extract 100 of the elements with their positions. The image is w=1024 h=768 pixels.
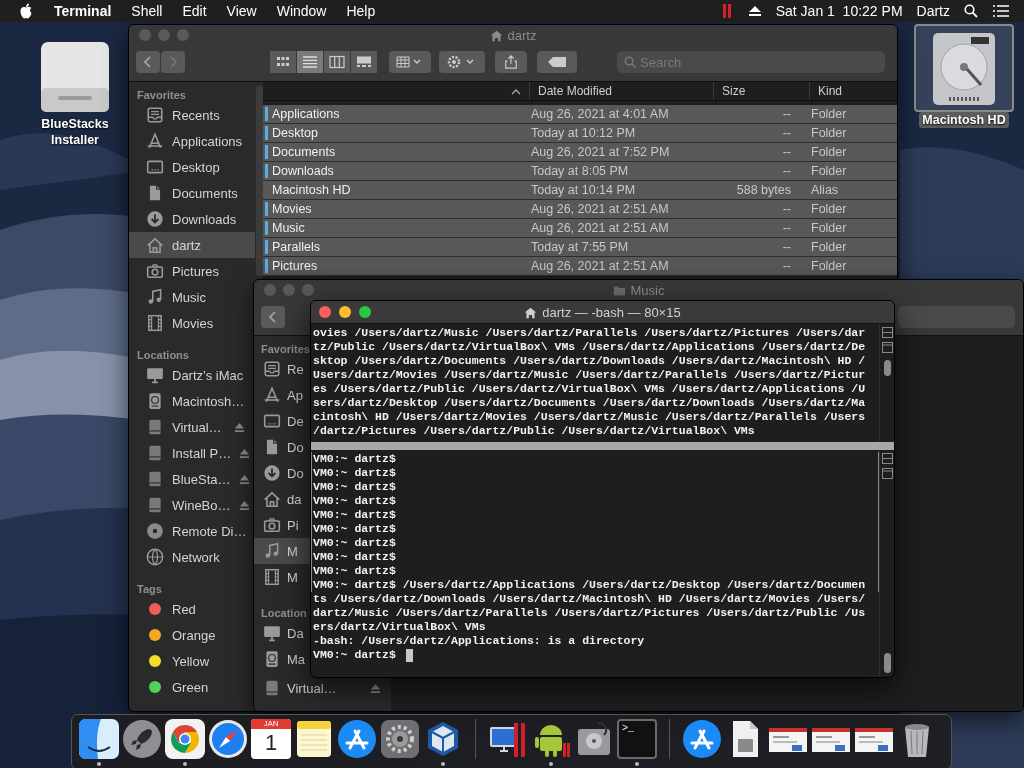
terminal-line: VM0:~ dartz$ [311, 564, 879, 578]
sidebar-item[interactable]: Dartz’s iMac [129, 362, 255, 388]
tag-button[interactable] [537, 51, 577, 73]
minimize-button[interactable] [339, 306, 351, 318]
split-pane-icon[interactable] [882, 453, 893, 464]
scroll-thumb[interactable] [884, 653, 891, 673]
menu-icon[interactable] [992, 4, 1010, 18]
zoom-button[interactable] [359, 306, 371, 318]
file-row[interactable]: Movies Aug 26, 2021 at 2:51 AM -- Folder [263, 200, 897, 219]
sidebar-item[interactable]: da [254, 486, 310, 512]
apple-icon[interactable] [19, 3, 33, 19]
compass-icon[interactable] [208, 718, 248, 759]
sidebar-item[interactable]: dartz [129, 232, 255, 258]
file-row[interactable]: Macintosh HD Today at 10:14 PM 588 bytes Alias [263, 181, 897, 200]
gear-icon[interactable] [380, 718, 420, 759]
eject-icon[interactable] [747, 4, 762, 18]
scroll-thumb[interactable] [884, 360, 891, 376]
file-row[interactable]: Pictures Aug 26, 2021 at 2:51 AM -- Folder [263, 257, 897, 276]
split-pane-icon[interactable] [882, 468, 893, 479]
sidebar-item[interactable]: M [254, 538, 310, 564]
sidebar-item[interactable]: Downloads [129, 206, 255, 232]
file-row[interactable]: Desktop Today at 10:12 PM -- Folder [263, 124, 897, 143]
close-button[interactable] [319, 306, 331, 318]
sidebar-item[interactable]: Documents [129, 180, 255, 206]
date-cell-text: Today at 10:12 PM [530, 126, 637, 140]
file-row[interactable]: Music Aug 26, 2021 at 2:51 AM -- Folder [263, 219, 897, 238]
sidebar-item[interactable]: Macintosh… [129, 388, 255, 414]
list-icon [302, 55, 318, 69]
sidebar-item[interactable]: Remote Di… [129, 518, 255, 544]
size-cell-text: -- [781, 164, 791, 178]
group-button[interactable] [389, 51, 431, 73]
sidebar-item[interactable]: Yellow [129, 648, 255, 674]
sidebar-item[interactable]: Do [254, 460, 310, 486]
sidebar-item[interactable]: Do [254, 434, 310, 460]
back-button[interactable] [136, 51, 160, 73]
menu-title[interactable]: Terminal [54, 3, 112, 19]
sidebar-item[interactable]: M [254, 564, 310, 590]
terminal-line: dartz/Music /Users/dartz/Parallels /Users/dartz/Pictures /Users/dartz/Public /Us [312, 606, 867, 620]
sidebar-item[interactable]: Pi [254, 512, 310, 538]
letter-a-icon[interactable] [682, 718, 722, 759]
sidebar-item[interactable]: BlueSta… [129, 466, 255, 492]
terminal-icon[interactable]: >_ [617, 718, 657, 759]
sidebar-item[interactable]: Green [129, 674, 255, 700]
menu-item[interactable]: Shell [131, 3, 163, 19]
sidebar-heading: Locations [136, 348, 189, 362]
search-icon[interactable] [964, 4, 978, 18]
sidebar-item[interactable]: Applications [129, 128, 255, 154]
sidebar-item[interactable]: Ma [254, 646, 310, 672]
file-row[interactable]: Downloads Today at 8:05 PM -- Folder [263, 162, 897, 181]
file-row[interactable]: Applications Aug 26, 2021 at 4:01 AM -- Folder [263, 105, 897, 124]
sidebar-item[interactable]: Network [129, 544, 255, 570]
scroll-bar[interactable] [256, 86, 263, 276]
column-header[interactable]: Kind [809, 82, 897, 100]
share-button[interactable] [495, 51, 527, 73]
back-button[interactable] [261, 306, 285, 328]
calendar-day: 1 [264, 728, 278, 757]
sidebar-item[interactable]: Music [129, 284, 255, 310]
notepad-icon[interactable] [294, 718, 334, 759]
menu-item[interactable]: Edit [182, 3, 207, 19]
split-pane-icon[interactable] [882, 342, 893, 353]
sidebar-item[interactable]: WineBo… [129, 492, 255, 518]
search-field[interactable] [898, 306, 1015, 328]
menu-item[interactable]: Window [276, 3, 327, 19]
action-button[interactable] [439, 51, 485, 73]
view-button[interactable] [324, 51, 350, 73]
sidebar-item[interactable]: Ap [254, 382, 310, 408]
sidebar-item[interactable]: Movies [129, 310, 255, 336]
date-cell-text: Aug 26, 2021 at 7:52 PM [530, 145, 671, 159]
menu-item[interactable]: Help [346, 3, 376, 19]
clock[interactable]: Sat Jan 1 10:22 PM [775, 3, 903, 19]
column-header[interactable]: Date Modified [529, 82, 713, 100]
sidebar-item[interactable]: De [254, 408, 310, 434]
view-button[interactable] [351, 51, 377, 73]
calendar-icon[interactable]: JAN 1 [251, 718, 291, 759]
sidebar-item[interactable]: Da [254, 620, 310, 646]
sidebar-item[interactable]: Orange [129, 622, 255, 648]
download-icon [263, 464, 281, 482]
file-name: Macintosh HD [271, 183, 352, 197]
sidebar-item[interactable]: Virtual… [129, 414, 255, 440]
user-name[interactable]: Dartz [916, 3, 950, 19]
two-tone-icon[interactable] [79, 718, 119, 759]
size-cell-text: -- [781, 221, 791, 235]
sidebar-item[interactable]: Recents [129, 102, 255, 128]
sidebar-item[interactable]: Re [254, 356, 310, 382]
menu-item[interactable]: View [226, 3, 257, 19]
view-button[interactable] [297, 51, 323, 73]
sidebar-item[interactable]: Desktop [129, 154, 255, 180]
file-name: Parallels [265, 240, 527, 254]
sidebar-item[interactable]: Pictures [129, 258, 255, 284]
column-header[interactable]: Size [713, 82, 809, 100]
file-row[interactable]: Parallels Today at 7:55 PM -- Folder [263, 238, 897, 257]
size-cell-text: -- [781, 145, 791, 159]
view-button[interactable] [270, 51, 296, 73]
file-row[interactable]: Documents Aug 26, 2021 at 7:52 PM -- Folder [263, 143, 897, 162]
sidebar-item[interactable]: Red [129, 596, 255, 622]
letter-a-icon[interactable] [337, 718, 377, 759]
sidebar-item[interactable]: Virtual… [254, 678, 391, 698]
sidebar-item[interactable]: Install P… [129, 440, 255, 466]
rocket-icon[interactable] [122, 718, 162, 759]
split-pane-icon[interactable] [882, 327, 893, 338]
